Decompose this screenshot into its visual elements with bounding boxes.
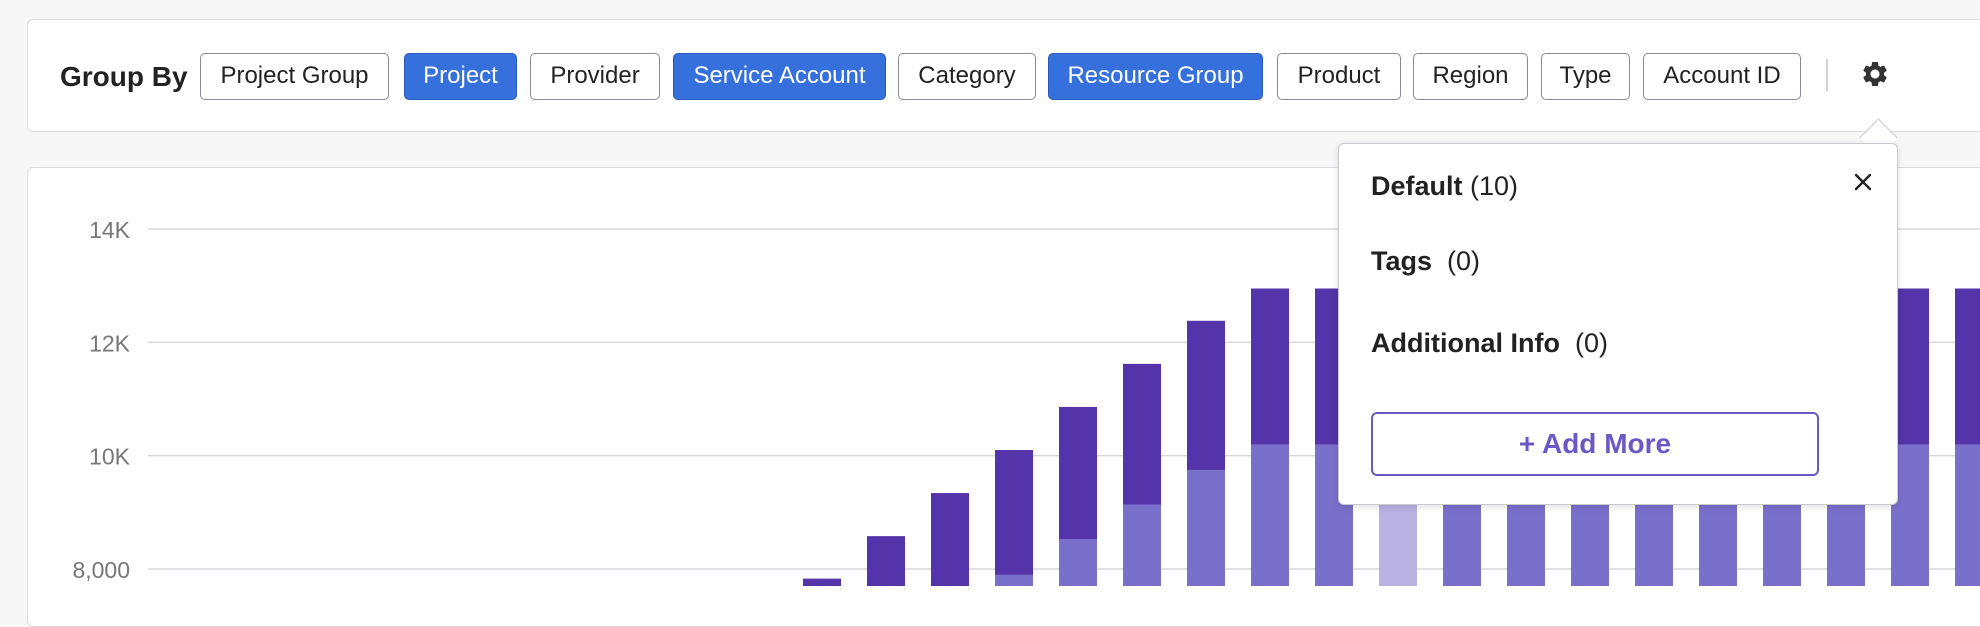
- y-tick-label: 12K: [89, 330, 131, 356]
- group-by-settings-popover: Default (10) Tags (0) Additional Info (0…: [1338, 143, 1898, 505]
- bar-segment-bottom[interactable]: [1059, 538, 1097, 586]
- popover-additional-info-count: (0): [1574, 328, 1608, 358]
- close-icon[interactable]: [1851, 170, 1875, 194]
- popover-default-row[interactable]: Default (10): [1371, 171, 1518, 202]
- bar-segment-bottom[interactable]: [1251, 444, 1289, 586]
- bar-segment-bottom[interactable]: [995, 574, 1033, 586]
- add-more-button[interactable]: + Add More: [1371, 412, 1819, 476]
- popover-default-count: (10): [1470, 171, 1519, 201]
- popover-tags-count: (0): [1447, 246, 1481, 276]
- bar-segment-top[interactable]: [931, 493, 969, 586]
- popover-default-label: Default: [1371, 171, 1463, 201]
- bar-segment-bottom[interactable]: [1955, 444, 1980, 586]
- bar-segment-bottom[interactable]: [1123, 504, 1161, 586]
- bar-segment-top[interactable]: [803, 578, 841, 586]
- y-tick-label: 10K: [89, 444, 131, 470]
- bar-segment-top[interactable]: [995, 450, 1033, 586]
- popover-tags-row[interactable]: Tags (0): [1371, 246, 1480, 277]
- bar-segment-bottom[interactable]: [1187, 469, 1225, 586]
- bar-segment-top[interactable]: [867, 536, 905, 586]
- y-tick-label: 8,000: [72, 557, 130, 583]
- popover-additional-info-label: Additional Info: [1371, 328, 1560, 358]
- y-tick-label: 14K: [89, 217, 131, 243]
- popover-tags-label: Tags: [1371, 246, 1433, 276]
- popover-additional-info-row[interactable]: Additional Info (0): [1371, 328, 1608, 359]
